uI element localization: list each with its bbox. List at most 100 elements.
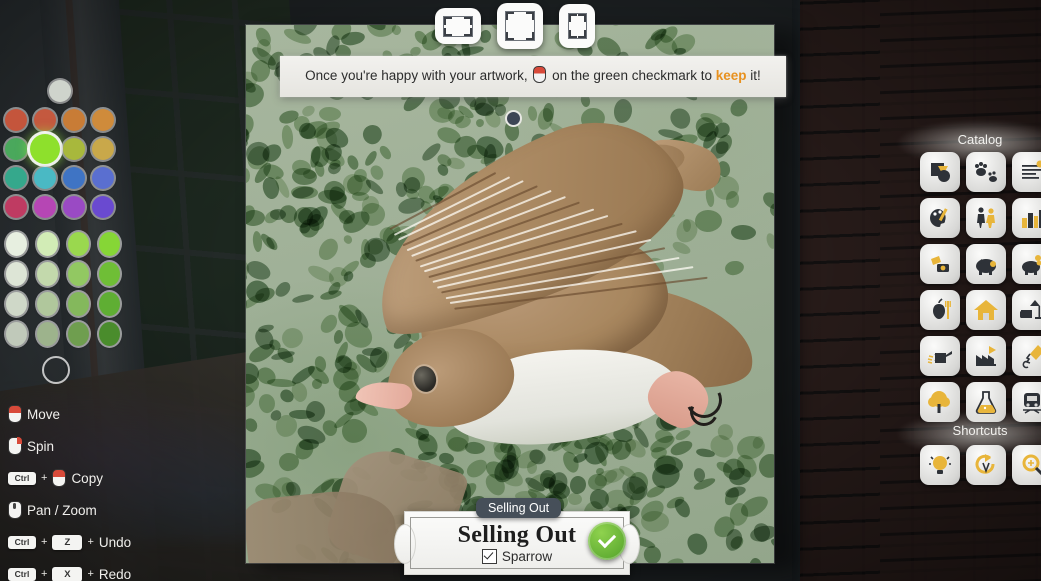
piggy-bank-icon <box>976 259 996 275</box>
swatch-0-1[interactable] <box>34 109 56 131</box>
swatch-2-2[interactable] <box>63 167 85 189</box>
key-ctrl: Ctrl <box>8 567 36 581</box>
tooltip-keyword: keep <box>715 68 747 83</box>
hint-copy: Ctrl + Copy <box>8 462 138 494</box>
shade-3-2[interactable] <box>68 322 89 346</box>
city-buildings-icon <box>1022 210 1041 228</box>
palette-row-2 <box>5 167 120 189</box>
shade-1-0[interactable] <box>6 262 27 286</box>
swatch-3-0[interactable] <box>5 196 27 218</box>
swatch-1-2[interactable] <box>63 138 85 160</box>
shortcut-item-magnifier[interactable] <box>1012 445 1041 485</box>
catalog-item-piggy-bank[interactable] <box>966 244 1006 284</box>
hint-redo: Ctrl + X + Redo <box>8 558 138 581</box>
ratio-button-portrait[interactable] <box>559 4 595 48</box>
swatch-2-3[interactable] <box>92 167 114 189</box>
catalog-item-apple-fork[interactable] <box>920 290 960 330</box>
swatch-2-1[interactable] <box>34 167 56 189</box>
hint-move: Move <box>8 398 138 430</box>
shade-grid <box>0 232 120 346</box>
catalog-item-shapes[interactable] <box>920 152 960 192</box>
artwork-canvas[interactable] <box>246 25 774 563</box>
swatch-0-3[interactable] <box>92 109 114 131</box>
swatch-1-1[interactable] <box>30 134 60 164</box>
watering-can-icon <box>927 351 952 364</box>
tooltip-pointer-dot <box>505 110 522 127</box>
catalog-item-people[interactable] <box>966 198 1006 238</box>
key-ctrl: Ctrl <box>8 471 36 485</box>
landscape-frame-icon <box>443 15 473 37</box>
subject-checkbox[interactable] <box>481 549 497 564</box>
shade-0-1[interactable] <box>37 232 58 256</box>
key-ctrl: Ctrl <box>8 535 36 549</box>
confirm-checkmark-button[interactable] <box>588 522 626 560</box>
shade-1-3[interactable] <box>99 262 120 286</box>
left-mouse-icon <box>52 469 67 487</box>
factory-icon <box>976 346 996 366</box>
shade-1-1[interactable] <box>37 262 58 286</box>
catalog-item-city-buildings[interactable] <box>1012 198 1041 238</box>
swatch-0-0[interactable] <box>5 109 27 131</box>
shade-2-0[interactable] <box>6 292 27 316</box>
kite-icon <box>1022 345 1041 369</box>
swatch-1-3[interactable] <box>92 138 114 160</box>
magnifier-icon <box>1022 454 1041 476</box>
plus-sign: + <box>41 568 48 580</box>
shade-1-2[interactable] <box>68 262 89 286</box>
swatch-neutral[interactable] <box>49 80 71 102</box>
shortcut-item-refresh-spin[interactable] <box>966 445 1006 485</box>
catalog-item-watering-can[interactable] <box>920 336 960 376</box>
ratio-button-landscape[interactable] <box>435 8 481 44</box>
refresh-spin-icon <box>975 454 995 474</box>
catalog-title: Catalog <box>957 132 1003 147</box>
shade-3-3[interactable] <box>99 322 120 346</box>
shade-0-0[interactable] <box>6 232 27 256</box>
plaque-title: Selling Out <box>457 522 577 548</box>
shade-0-2[interactable] <box>68 232 89 256</box>
shade-2-2[interactable] <box>68 292 89 316</box>
catalog-item-kite[interactable] <box>1012 336 1041 376</box>
swatch-0-2[interactable] <box>63 109 85 131</box>
shortcut-item-lightbulb[interactable] <box>920 445 960 485</box>
swatch-3-1[interactable] <box>34 196 56 218</box>
apple-fork-icon <box>933 298 951 319</box>
swatch-2-0[interactable] <box>5 167 27 189</box>
tooltip-text-after: it! <box>750 68 761 83</box>
catalog-item-coin-piggy[interactable] <box>1012 244 1041 284</box>
catalog-item-factory[interactable] <box>966 336 1006 376</box>
shade-3-0[interactable] <box>6 322 27 346</box>
swatch-1-0[interactable] <box>5 138 27 160</box>
catalog-item-text-lines[interactable] <box>1012 152 1041 192</box>
eyedropper-ring-icon[interactable] <box>42 356 70 384</box>
palette-brush-icon <box>930 208 948 227</box>
hint-label: Undo <box>98 534 132 550</box>
tooltip-text-before: Once you're happy with your artwork, <box>305 68 528 83</box>
hint-label: Move <box>27 406 61 422</box>
palette-row-3 <box>5 196 120 218</box>
catalog-item-animal-paws[interactable] <box>966 152 1006 192</box>
hint-label: Copy <box>71 470 103 486</box>
text-lines-icon <box>1022 160 1041 179</box>
hint-spin: Spin <box>8 430 138 462</box>
hint-label: Spin <box>27 438 55 454</box>
ratio-button-square[interactable] <box>497 3 543 49</box>
plaque-subject-row[interactable]: Sparrow <box>481 549 552 564</box>
catalog-item-house[interactable] <box>966 290 1006 330</box>
palette-row-top <box>0 80 120 102</box>
left-mouse-click-icon <box>533 66 547 83</box>
shade-3-1[interactable] <box>37 322 58 346</box>
sparrow <box>298 93 764 454</box>
catalog-item-lamp-sofa[interactable] <box>1012 290 1041 330</box>
catalog-item-money-cash[interactable] <box>920 244 960 284</box>
shade-0-3[interactable] <box>99 232 120 256</box>
shade-2-1[interactable] <box>37 292 58 316</box>
swatch-3-2[interactable] <box>63 196 85 218</box>
plaque-badge: Selling Out <box>476 498 562 518</box>
people-icon <box>977 207 995 228</box>
middle-mouse-icon <box>8 501 22 519</box>
shade-2-3[interactable] <box>99 292 120 316</box>
control-hints: Move Spin Ctrl + Copy Pan / Zoom Ctrl + Z + Undo Ct… <box>8 398 138 581</box>
catalog-item-palette-brush[interactable] <box>920 198 960 238</box>
swatch-3-3[interactable] <box>92 196 114 218</box>
sparrow-beak <box>354 379 414 411</box>
